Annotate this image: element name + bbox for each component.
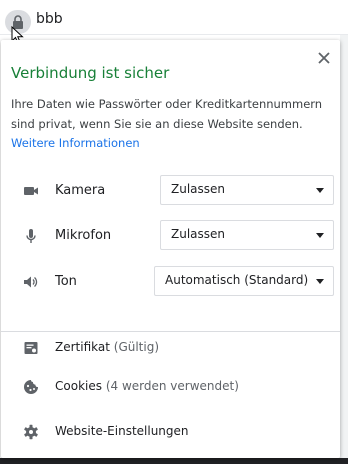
- cookies-count: (4 werden verwendet): [105, 379, 239, 393]
- certificate-status: (Gültig): [113, 340, 160, 354]
- microphone-permission-select[interactable]: Zulassen: [160, 220, 334, 250]
- certificate-label: Zertifikat (Gültig): [55, 340, 159, 354]
- camera-permission-select[interactable]: Zulassen: [160, 175, 334, 205]
- page-bottom-strip: [0, 458, 348, 464]
- select-value: Zulassen: [171, 182, 226, 196]
- site-settings-row[interactable]: Website-Einstellungen: [1, 418, 340, 446]
- site-settings-label: Website-Einstellungen: [55, 424, 189, 438]
- url-text[interactable]: bbb: [36, 11, 63, 27]
- permission-label: Mikrofon: [55, 228, 112, 243]
- cookies-label: Cookies (4 werden verwendet): [55, 379, 239, 393]
- certificate-icon: [24, 342, 38, 354]
- sound-permission-select[interactable]: Automatisch (Standard): [154, 266, 334, 296]
- certificate-title: Zertifikat: [55, 340, 110, 354]
- security-description: Ihre Daten wie Passwörter oder Kreditkar…: [11, 94, 331, 134]
- browser-background-strip: [340, 0, 348, 464]
- chevron-down-icon: [316, 188, 324, 193]
- camera-icon: [24, 187, 38, 195]
- chevron-down-icon: [316, 233, 324, 238]
- chevron-down-icon: [316, 279, 324, 284]
- permission-sound: Ton Automatisch (Standard): [1, 266, 340, 298]
- cookie-icon: [24, 380, 38, 394]
- certificate-row[interactable]: Zertifikat (Gültig): [1, 334, 340, 362]
- microphone-icon: [26, 229, 36, 243]
- permission-camera: Kamera Zulassen: [1, 175, 340, 207]
- select-value: Automatisch (Standard): [165, 273, 309, 287]
- permission-label: Kamera: [55, 183, 106, 198]
- permission-microphone: Mikrofon Zulassen: [1, 220, 340, 252]
- description-line-2: sind privat, wenn Sie sie an diese Websi…: [11, 117, 303, 131]
- cookies-title: Cookies: [55, 379, 102, 393]
- page-info-popup: Verbindung ist sicher Ihre Daten wie Pas…: [1, 40, 340, 458]
- select-value: Zulassen: [171, 227, 226, 241]
- speaker-icon: [24, 276, 38, 288]
- gear-icon: [24, 424, 38, 440]
- more-info-link[interactable]: Weitere Informationen: [11, 136, 140, 150]
- section-divider: [1, 331, 340, 332]
- address-bar[interactable]: bbb: [0, 0, 348, 35]
- cookies-row[interactable]: Cookies (4 werden verwendet): [1, 373, 340, 401]
- description-line-1: Ihre Daten wie Passwörter oder Kreditkar…: [11, 97, 323, 111]
- close-icon[interactable]: [316, 50, 332, 66]
- permission-label: Ton: [55, 274, 77, 289]
- connection-status-title: Verbindung ist sicher: [11, 64, 170, 82]
